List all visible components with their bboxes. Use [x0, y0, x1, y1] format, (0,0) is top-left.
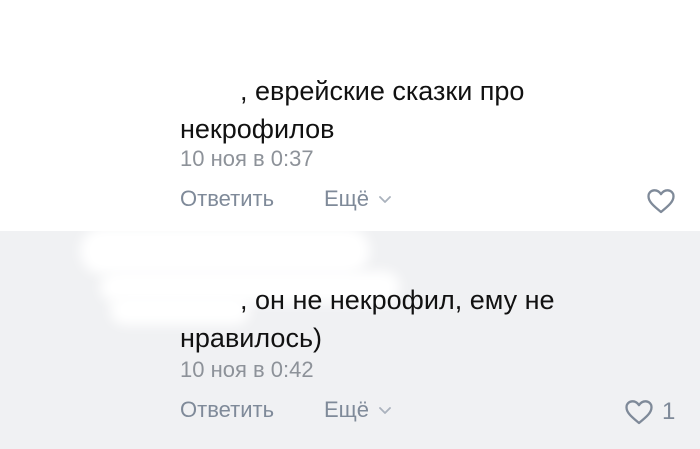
comment-actions: Ответить Ещё 1	[180, 397, 680, 427]
reply-button[interactable]: Ответить	[180, 397, 274, 423]
comment-text: , еврейские сказки про некрофилов	[180, 76, 532, 144]
comment-item-highlighted: , он не некрофил, ему не нравилось) 10 н…	[0, 227, 700, 449]
more-button[interactable]: Ещё	[324, 186, 392, 212]
redaction-smudge	[80, 227, 370, 275]
comment-item: , еврейские сказки про некрофилов 10 ноя…	[0, 0, 700, 231]
chevron-down-icon	[379, 196, 392, 204]
comment-timestamp[interactable]: 10 ноя в 0:37	[180, 146, 314, 172]
comment-timestamp[interactable]: 10 ноя в 0:42	[180, 357, 314, 383]
heart-icon	[647, 189, 675, 214]
chevron-down-icon	[379, 407, 392, 415]
more-label: Ещё	[324, 397, 370, 422]
like-button[interactable]: 1	[624, 397, 675, 427]
more-button[interactable]: Ещё	[324, 397, 392, 423]
comment-text: , он не некрофил, ему не нравилось)	[180, 285, 563, 353]
comment-actions: Ответить Ещё	[180, 186, 680, 216]
heart-icon	[625, 400, 653, 425]
more-label: Ещё	[324, 186, 370, 211]
reply-button[interactable]: Ответить	[180, 186, 274, 212]
like-count: 1	[662, 398, 676, 425]
like-button[interactable]	[646, 186, 684, 216]
